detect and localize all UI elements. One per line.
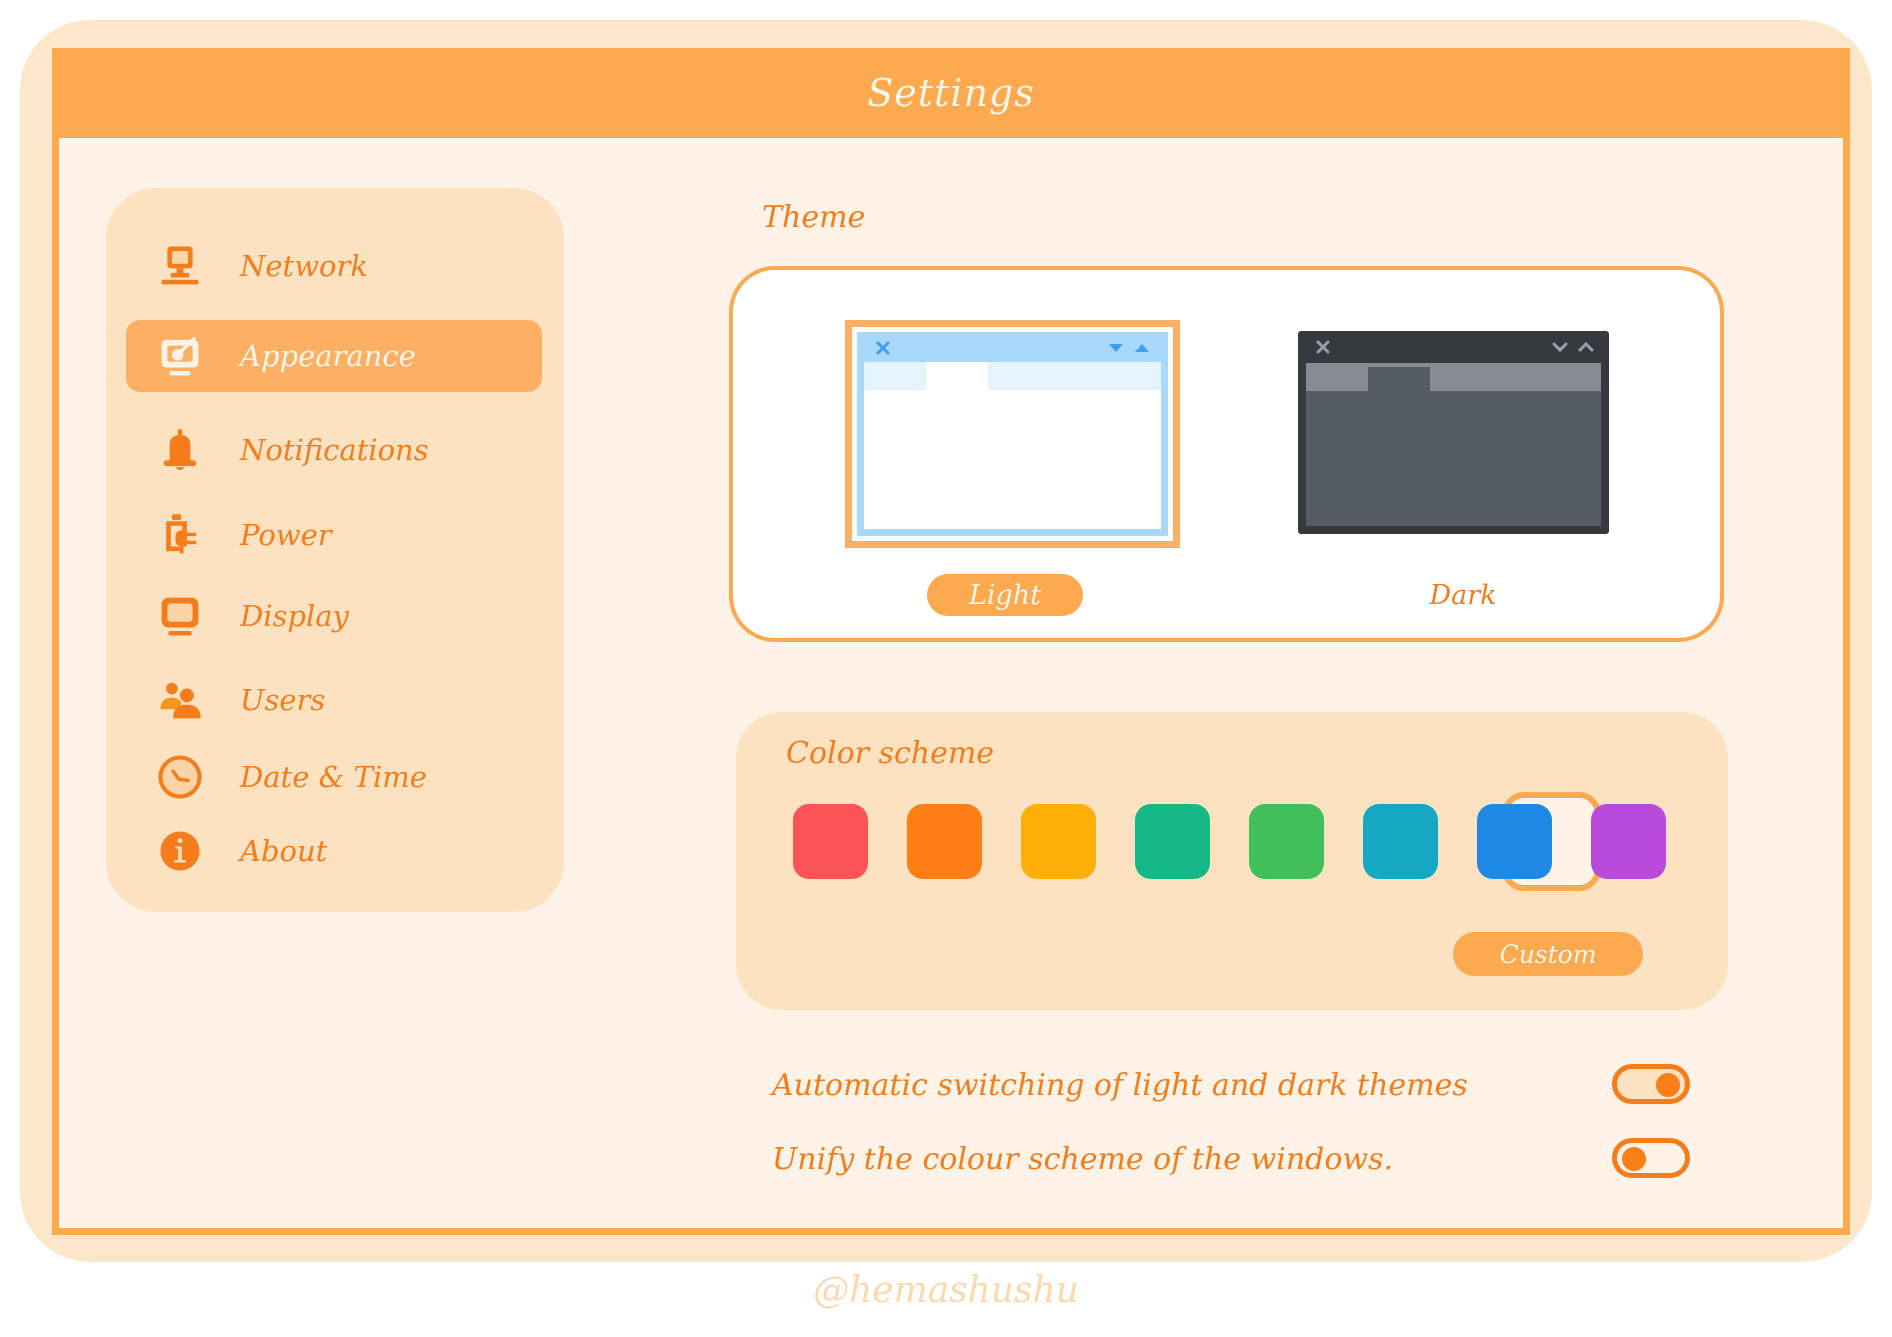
close-icon — [874, 339, 892, 357]
color-swatch-green[interactable] — [1249, 804, 1324, 879]
clock-icon — [154, 751, 206, 803]
tab-strip — [1306, 363, 1601, 391]
chevron-down-icon — [1551, 338, 1569, 356]
toggle-knob — [1656, 1073, 1680, 1097]
triangle-up-icon — [1133, 339, 1151, 357]
auto-theme-switch-label: Automatic switching of light and dark th… — [772, 1068, 1468, 1103]
sidebar-item-label: Power — [240, 518, 332, 552]
window-title: Settings — [867, 71, 1035, 115]
sidebar-item-power[interactable]: Power — [126, 499, 542, 571]
triangle-down-icon — [1107, 339, 1125, 357]
auto-theme-switch-toggle[interactable] — [1612, 1064, 1690, 1104]
dark-theme-preview[interactable] — [1298, 331, 1609, 534]
users-icon — [154, 674, 206, 726]
color-swatch-orange[interactable] — [907, 804, 982, 879]
window-body — [864, 390, 1161, 529]
color-swatch-yellow[interactable] — [1021, 804, 1096, 879]
sidebar-item-label: Appearance — [240, 339, 416, 373]
title-bar: Settings — [52, 48, 1850, 138]
color-scheme-heading: Color scheme — [786, 736, 995, 771]
color-swatch-red[interactable] — [793, 804, 868, 879]
dark-theme-button[interactable]: Dark — [1385, 574, 1541, 616]
sidebar-item-users[interactable]: Users — [126, 664, 542, 736]
window-body — [1306, 391, 1601, 526]
sidebar-item-label: Network — [240, 249, 368, 283]
sidebar-item-network[interactable]: Network — [126, 230, 542, 302]
tab-strip — [864, 362, 1161, 390]
info-icon — [154, 825, 206, 877]
color-swatch-purple[interactable] — [1591, 804, 1666, 879]
battery-plug-icon — [154, 509, 206, 561]
color-swatch-blue[interactable] — [1477, 804, 1552, 879]
bell-icon — [154, 424, 206, 476]
light-theme-button[interactable]: Light — [927, 574, 1083, 616]
watermark: @hemashushu — [813, 1270, 1079, 1311]
sidebar-item-label: Notifications — [240, 433, 429, 467]
color-swatch-cyan[interactable] — [1363, 804, 1438, 879]
sidebar-item-label: Users — [240, 683, 326, 717]
sidebar-item-appearance[interactable]: Appearance — [126, 320, 542, 392]
chevron-up-icon — [1577, 338, 1595, 356]
custom-color-button[interactable]: Custom — [1453, 932, 1643, 976]
sidebar-item-label: Display — [240, 599, 349, 633]
network-computer-icon — [154, 240, 206, 292]
sidebar-item-notifications[interactable]: Notifications — [126, 414, 542, 486]
sidebar-item-label: Date & Time — [240, 760, 427, 794]
unify-colour-scheme-toggle[interactable] — [1612, 1138, 1690, 1178]
monitor-icon — [154, 590, 206, 642]
light-theme-preview[interactable] — [845, 320, 1180, 548]
sidebar-item-display[interactable]: Display — [126, 580, 542, 652]
unify-colour-scheme-label: Unify the colour scheme of the windows. — [772, 1142, 1394, 1177]
close-icon — [1314, 338, 1332, 356]
sidebar-item-date-time[interactable]: Date & Time — [126, 741, 542, 813]
sidebar-item-label: About — [240, 834, 328, 868]
color-swatch-teal-green[interactable] — [1135, 804, 1210, 879]
theme-heading: Theme — [762, 200, 866, 235]
sidebar-item-about[interactable]: About — [126, 815, 542, 887]
appearance-monitor-brush-icon — [154, 330, 206, 382]
toggle-knob — [1622, 1147, 1646, 1171]
